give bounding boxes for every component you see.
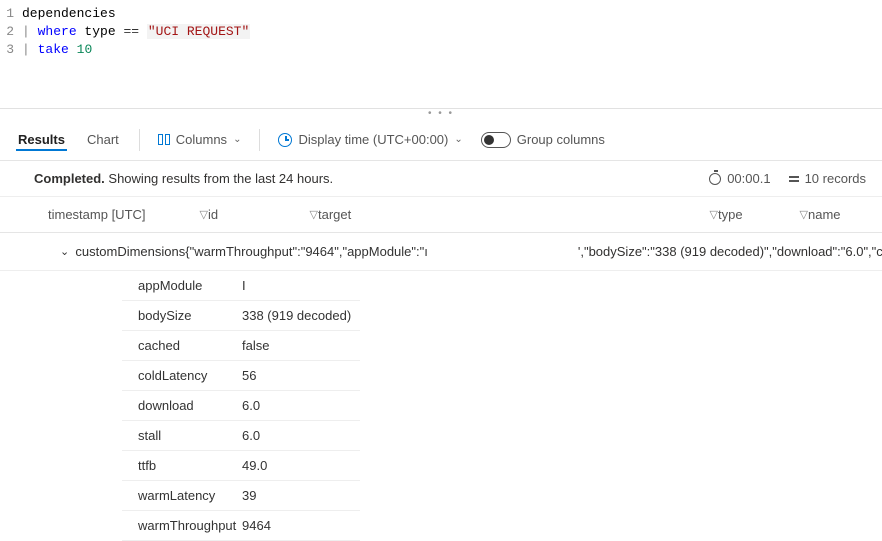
filter-icon[interactable]: ▽ bbox=[800, 208, 808, 221]
col-id[interactable]: id▽ bbox=[208, 207, 318, 222]
display-time-label: Display time (UTC+00:00) bbox=[298, 132, 448, 147]
stopwatch-icon bbox=[709, 173, 721, 185]
detail-row: warmLatency39 bbox=[122, 481, 360, 511]
detail-row: ttfb49.0 bbox=[122, 451, 360, 481]
code-line[interactable]: 2| where type == "UCI REQUEST" bbox=[0, 22, 882, 40]
toggle-icon[interactable] bbox=[481, 132, 511, 148]
line-number: 1 bbox=[0, 6, 22, 21]
status-bar: Completed. Showing results from the last… bbox=[0, 161, 882, 197]
col-name[interactable]: name bbox=[808, 207, 882, 222]
line-number: 3 bbox=[0, 42, 22, 57]
detail-row: download6.0 bbox=[122, 391, 360, 421]
separator bbox=[139, 129, 140, 151]
col-timestamp[interactable]: timestamp [UTC]▽ bbox=[48, 207, 208, 222]
detail-row: appModuleI bbox=[122, 271, 360, 301]
code[interactable]: dependencies bbox=[22, 6, 116, 21]
record-count: 10 records bbox=[789, 171, 866, 186]
clock-icon bbox=[278, 133, 292, 147]
status-text: Completed. Showing results from the last… bbox=[34, 171, 333, 186]
tab-results[interactable]: Results bbox=[16, 128, 67, 151]
detail-row: coldLatency56 bbox=[122, 361, 360, 391]
columns-label: Columns bbox=[176, 132, 227, 147]
tab-chart[interactable]: Chart bbox=[85, 128, 121, 151]
list-icon bbox=[789, 176, 799, 182]
chevron-down-icon: ⌄ bbox=[233, 134, 241, 145]
query-editor[interactable]: 1dependencies 2| where type == "UCI REQU… bbox=[0, 0, 882, 109]
row-value-cont: ',"bodySize":"338 (919 decoded)","downlo… bbox=[578, 244, 882, 259]
duration: 00:00.1 bbox=[709, 171, 770, 186]
code[interactable]: | where type == "UCI REQUEST" bbox=[22, 24, 250, 39]
code[interactable]: | take 10 bbox=[22, 42, 92, 57]
code-line[interactable]: 3| take 10 bbox=[0, 40, 882, 58]
expanded-row[interactable]: ⌄ customDimensions {"warmThroughput":"94… bbox=[0, 233, 882, 271]
detail-row: stall6.0 bbox=[122, 421, 360, 451]
detail-row: cachedfalse bbox=[122, 331, 360, 361]
chevron-down-icon[interactable]: ⌄ bbox=[60, 245, 75, 258]
col-target[interactable]: target▽ bbox=[318, 207, 718, 222]
filter-icon[interactable]: ▽ bbox=[310, 208, 318, 221]
col-type[interactable]: type▽ bbox=[718, 207, 808, 222]
detail-row: bodySize338 (919 decoded) bbox=[122, 301, 360, 331]
columns-button[interactable]: Columns ⌄ bbox=[158, 132, 242, 147]
table-header: timestamp [UTC]▽ id▽ target▽ type▽ name bbox=[0, 197, 882, 233]
group-columns-label: Group columns bbox=[517, 132, 605, 147]
display-time-button[interactable]: Display time (UTC+00:00) ⌄ bbox=[278, 132, 462, 147]
line-number: 2 bbox=[0, 24, 22, 39]
separator bbox=[259, 129, 260, 151]
filter-icon[interactable]: ▽ bbox=[710, 208, 718, 221]
group-columns-toggle[interactable]: Group columns bbox=[481, 132, 605, 148]
row-value: {"warmThroughput":"9464","appModule":"ı bbox=[185, 244, 428, 259]
row-key: customDimensions bbox=[75, 244, 185, 259]
results-toolbar: Results Chart Columns ⌄ Display time (UT… bbox=[0, 119, 882, 161]
detail-row: warmThroughput9464 bbox=[122, 511, 360, 541]
filter-icon[interactable]: ▽ bbox=[200, 208, 208, 221]
custom-dimensions-detail: appModuleI bodySize338 (919 decoded) cac… bbox=[122, 271, 882, 541]
resize-handle-icon[interactable]: • • • bbox=[0, 109, 882, 119]
chevron-down-icon: ⌄ bbox=[454, 134, 462, 145]
columns-icon bbox=[158, 134, 170, 145]
code-line[interactable]: 1dependencies bbox=[0, 4, 882, 22]
